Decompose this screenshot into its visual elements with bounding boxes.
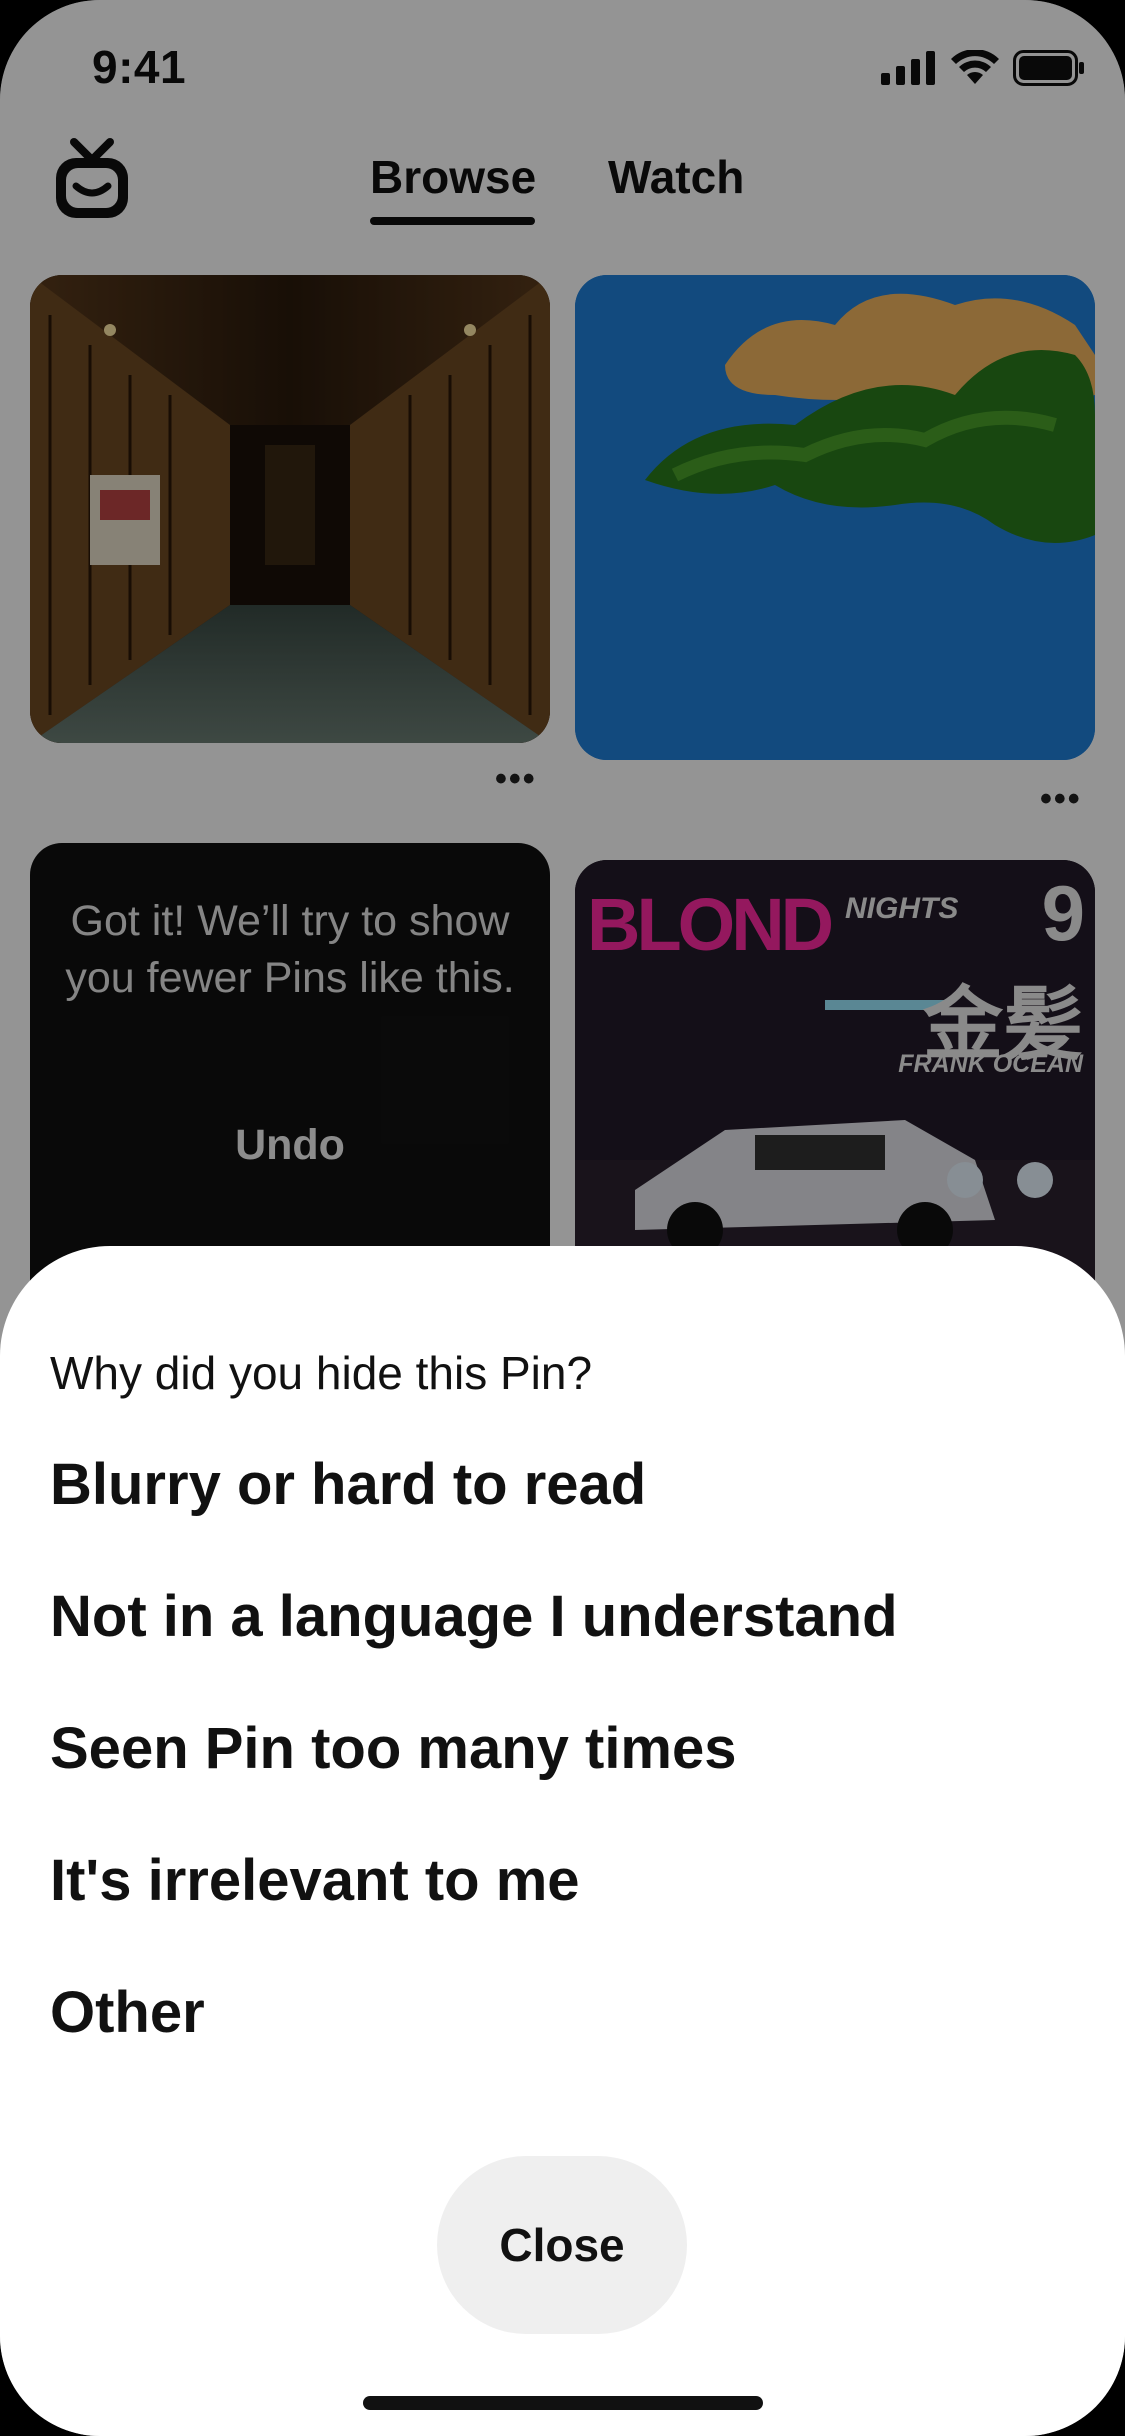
sheet-title: Why did you hide this Pin? <box>50 1347 593 1399</box>
reason-option-blurry[interactable]: Blurry or hard to read <box>50 1451 646 1518</box>
reason-option-seen-too-many[interactable]: Seen Pin too many times <box>50 1715 737 1782</box>
phone-screen: 9:41 Browse Watch ••• ••• Got it! We’ll … <box>0 0 1125 2436</box>
reason-option-other[interactable]: Other <box>50 1979 205 2046</box>
close-button[interactable]: Close <box>437 2156 687 2334</box>
home-indicator <box>363 2396 763 2410</box>
hide-reason-sheet: Why did you hide this Pin? Blurry or har… <box>0 1246 1125 2436</box>
reason-option-language[interactable]: Not in a language I understand <box>50 1583 898 1650</box>
reason-option-irrelevant[interactable]: It's irrelevant to me <box>50 1847 580 1914</box>
